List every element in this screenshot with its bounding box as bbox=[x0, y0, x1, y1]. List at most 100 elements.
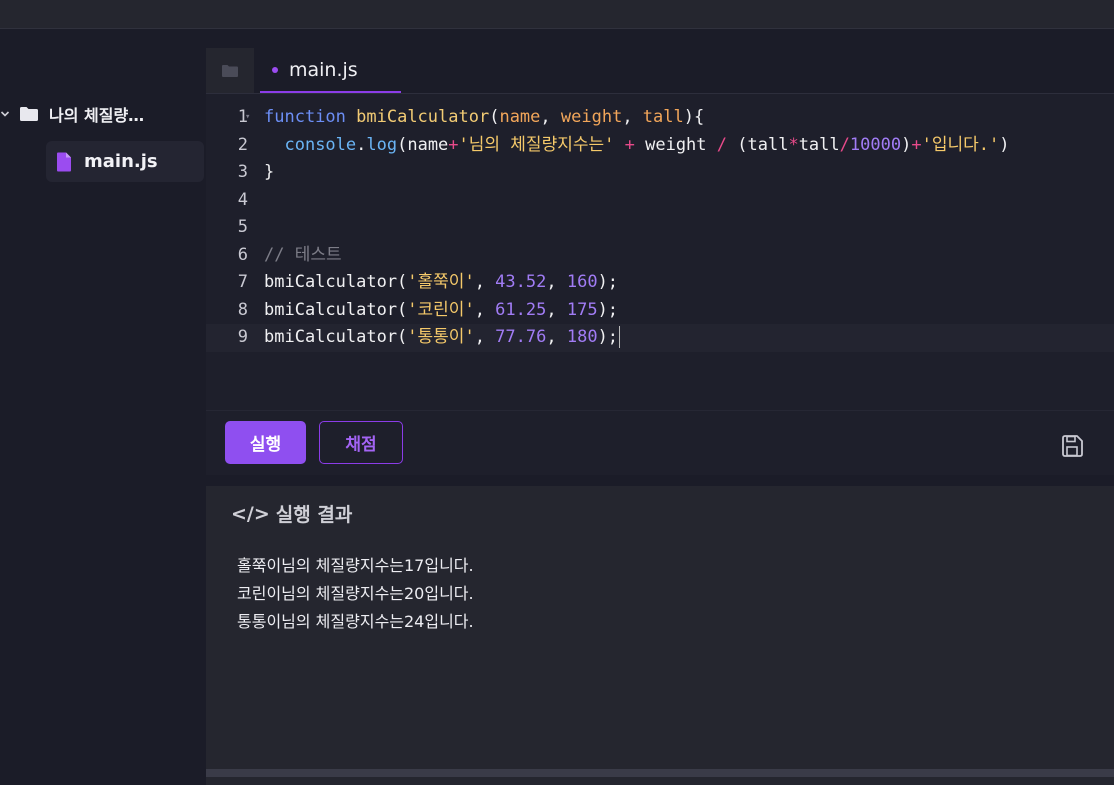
code-line[interactable]: 3} bbox=[206, 159, 1114, 187]
code-token: function bbox=[264, 107, 346, 127]
result-title: 실행 결과 bbox=[275, 504, 353, 526]
horizontal-scrollbar[interactable] bbox=[206, 769, 1114, 777]
output-console: 홀쭉이님의 체질량지수는17입니다. 코린이님의 체질량지수는20입니다. 통통… bbox=[237, 552, 474, 636]
code-token: * bbox=[788, 134, 799, 155]
line-number: 3 bbox=[237, 162, 248, 182]
code-token: tall bbox=[642, 107, 684, 127]
code-token: , bbox=[540, 107, 561, 127]
code-token: bmiCalculator( bbox=[264, 327, 408, 347]
code-token: ); bbox=[597, 299, 619, 320]
code-line[interactable]: 2 console.log(name+'님의 체질량지수는' + weight … bbox=[206, 132, 1114, 160]
tab-label: main.js bbox=[289, 58, 358, 81]
file-item-main-js[interactable]: main.js bbox=[46, 141, 204, 182]
code-token: (tall bbox=[727, 134, 789, 155]
code-token: name bbox=[499, 107, 541, 127]
line-number: 8 bbox=[237, 299, 248, 320]
code-token: ); bbox=[597, 327, 619, 347]
code-text: // 테스트 bbox=[264, 242, 342, 270]
output-line: 홀쭉이님의 체질량지수는17입니다. bbox=[237, 556, 474, 575]
line-number: 5 bbox=[237, 217, 248, 237]
code-token: '통통이' bbox=[407, 327, 475, 347]
code-token: '입니다.' bbox=[921, 134, 1000, 155]
folder-icon bbox=[19, 106, 39, 122]
tab-main-js[interactable]: main.js bbox=[260, 48, 401, 93]
action-bar: 실행 채점 bbox=[206, 410, 1114, 475]
file-label: main.js bbox=[84, 151, 158, 172]
code-token: , bbox=[474, 272, 496, 292]
code-token: 61.25 bbox=[495, 299, 547, 320]
code-token: console bbox=[284, 134, 357, 155]
code-token: 160 bbox=[566, 272, 598, 292]
code-line[interactable]: 6 // 테스트 bbox=[206, 242, 1114, 270]
code-token: log bbox=[366, 134, 398, 155]
code-token: // 테스트 bbox=[264, 244, 342, 265]
code-text: bmiCalculator('통통이', 77.76, 180); bbox=[264, 324, 621, 352]
code-token: . bbox=[356, 134, 367, 155]
code-token: bmiCalculator( bbox=[264, 299, 408, 320]
folder-label: 나의 체질량… bbox=[49, 106, 145, 125]
code-token: tall bbox=[798, 134, 840, 155]
line-number: 7 bbox=[237, 272, 248, 292]
code-token: , bbox=[622, 107, 643, 127]
code-token: '코린이' bbox=[407, 299, 475, 320]
code-token: + bbox=[448, 134, 459, 155]
code-token: ) bbox=[901, 134, 912, 155]
code-text: function bmiCalculator(name, weight, tal… bbox=[264, 104, 704, 132]
fold-chevron-icon[interactable]: ▾ bbox=[245, 104, 250, 132]
code-editor[interactable]: 1 ▾ function bmiCalculator(name, weight, t… bbox=[206, 104, 1114, 404]
top-bar bbox=[0, 0, 1114, 29]
code-token: , bbox=[546, 272, 567, 292]
code-token: } bbox=[264, 162, 275, 182]
code-line[interactable]: 8 bmiCalculator('코린이', 61.25, 175); bbox=[206, 297, 1114, 325]
code-token: '홀쭉이' bbox=[407, 272, 475, 292]
code-token: 10000 bbox=[849, 134, 902, 155]
grade-button[interactable]: 채점 bbox=[319, 421, 403, 464]
code-text: bmiCalculator('홀쭉이', 43.52, 160); bbox=[264, 269, 618, 297]
code-token: ){ bbox=[683, 107, 705, 127]
code-token: , bbox=[474, 327, 496, 347]
code-token: , bbox=[474, 299, 496, 320]
code-token: , bbox=[546, 299, 567, 320]
line-number: 9 bbox=[237, 327, 248, 347]
chevron-down-icon[interactable] bbox=[0, 109, 11, 119]
line-number: 6 bbox=[237, 244, 248, 265]
code-token: 175 bbox=[566, 299, 598, 320]
output-line: 통통이님의 체질량지수는24입니다. bbox=[237, 612, 474, 631]
code-token: weight bbox=[560, 107, 623, 127]
code-line[interactable]: 1 ▾ function bmiCalculator(name, weight, t… bbox=[206, 104, 1114, 132]
code-line[interactable]: 5 bbox=[206, 214, 1114, 242]
code-text: console.log(name+'님의 체질량지수는' + weight / … bbox=[264, 132, 1009, 160]
code-token: / bbox=[839, 134, 850, 155]
result-header: </> 실행 결과 bbox=[231, 500, 352, 527]
run-button[interactable]: 실행 bbox=[225, 421, 306, 464]
line-number: 4 bbox=[237, 189, 248, 210]
result-panel: </> 실행 결과 홀쭉이님의 체질량지수는17입니다. 코린이님의 체질량지수… bbox=[206, 486, 1114, 785]
code-token: (name bbox=[397, 134, 449, 155]
text-cursor bbox=[619, 326, 621, 348]
code-icon: </> bbox=[231, 502, 270, 525]
folder-item[interactable]: 나의 체질량… bbox=[0, 101, 206, 127]
code-token: weight bbox=[634, 134, 717, 155]
code-line[interactable]: 9 bmiCalculator('통통이', 77.76, 180); bbox=[206, 324, 1114, 352]
code-text: bmiCalculator('코린이', 61.25, 175); bbox=[264, 297, 618, 325]
code-token: / bbox=[716, 134, 728, 155]
tab-bar: main.js bbox=[206, 48, 1114, 94]
file-explorer: 나의 체질량… main.js bbox=[0, 29, 206, 785]
code-token: 77.76 bbox=[495, 327, 547, 347]
code-token: + bbox=[911, 134, 922, 155]
code-token: 180 bbox=[566, 327, 598, 347]
code-token: ) bbox=[999, 134, 1010, 155]
code-line[interactable]: 4 bbox=[206, 187, 1114, 215]
tab-folder-button[interactable] bbox=[206, 48, 254, 93]
code-token: ); bbox=[597, 272, 619, 292]
code-token: , bbox=[546, 327, 567, 347]
save-icon[interactable] bbox=[1059, 433, 1085, 459]
code-token: '님의 체질량지수는' bbox=[458, 134, 615, 155]
output-line: 코린이님의 체질량지수는20입니다. bbox=[237, 584, 474, 603]
code-token: bmiCalculator bbox=[356, 107, 490, 127]
code-token: ( bbox=[489, 107, 500, 127]
code-line[interactable]: 7 bmiCalculator('홀쭉이', 43.52, 160); bbox=[206, 269, 1114, 297]
